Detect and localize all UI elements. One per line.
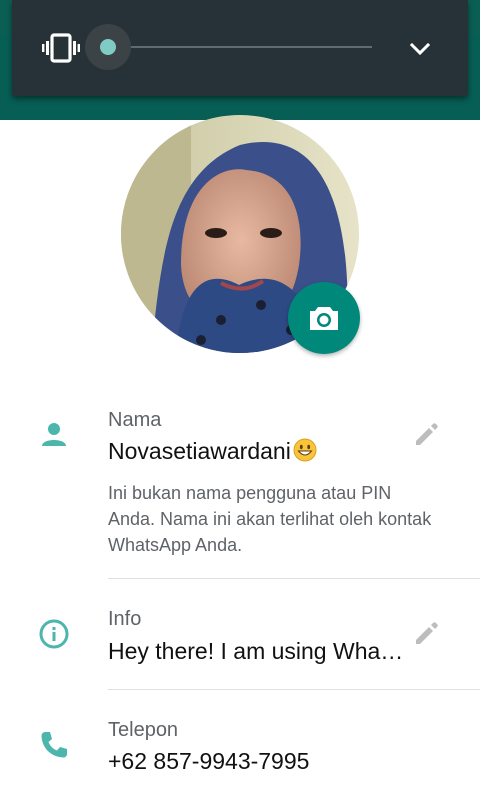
name-value[interactable]: Novasetiawardani [108,438,317,465]
name-hint: Ini bukan nama pengguna atau PIN Anda. N… [108,483,432,555]
person-icon [42,423,66,446]
volume-panel [12,0,468,96]
volume-slider-track[interactable] [110,46,372,48]
phone-label: Telepon [108,719,179,741]
chevron-down-icon[interactable] [408,37,432,61]
info-icon [39,619,69,649]
grinning-face-emoji [293,438,317,462]
phone-value: +62 857-9943-7995 [108,748,310,774]
pencil-icon[interactable] [412,620,440,648]
name-label: Nama [108,409,162,431]
info-value[interactable]: Hey there! I am using Wha… [108,638,403,665]
phone-icon [41,732,67,758]
divider [108,578,480,579]
volume-slider-thumb[interactable] [100,39,116,55]
name-text: Novasetiawardani [108,438,291,464]
divider [108,689,480,690]
camera-icon [310,307,338,330]
vibrate-icon[interactable] [42,32,80,64]
pencil-icon[interactable] [412,421,440,449]
info-label: Info [108,608,142,630]
change-photo-button[interactable] [288,282,360,354]
